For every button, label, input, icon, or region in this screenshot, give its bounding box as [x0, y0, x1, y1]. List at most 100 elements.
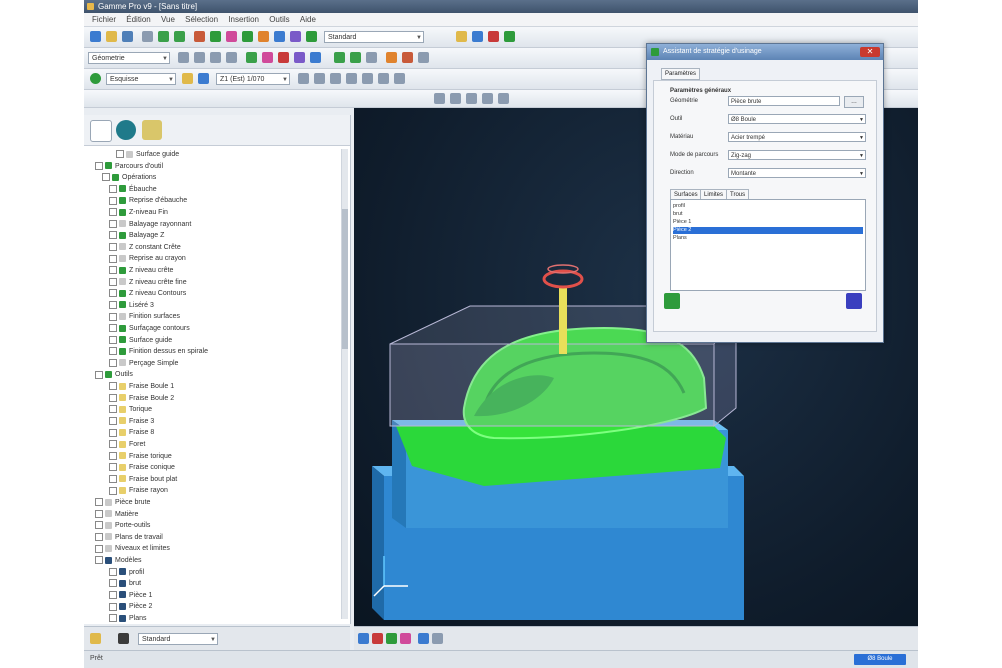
tree-row[interactable]: Opérations — [102, 172, 156, 183]
strategy-combo[interactable]: Standard ▼ — [324, 31, 424, 43]
tree-checkbox[interactable] — [109, 335, 117, 344]
tree-row[interactable]: Z niveau crête fine — [109, 277, 187, 288]
verify-icon[interactable] — [306, 31, 317, 42]
tree-row[interactable]: Fraise torique — [109, 451, 172, 462]
tree-checkbox[interactable] — [95, 509, 103, 518]
tree-row[interactable]: Perçage Simple — [109, 358, 178, 369]
zone-combo[interactable]: Z1 (Est) 1/070 ▼ — [216, 73, 290, 85]
measure-icon[interactable] — [386, 52, 397, 63]
tree-checkbox[interactable] — [109, 451, 117, 460]
tree-row[interactable]: Fraise 8 — [109, 427, 154, 438]
tree-checkbox[interactable] — [109, 614, 117, 623]
tree-checkbox[interactable] — [109, 440, 117, 449]
delete-icon[interactable] — [488, 31, 499, 42]
explorer-tab-folder[interactable] — [142, 120, 162, 140]
esquisse-combo[interactable]: Esquisse ▼ — [106, 73, 176, 85]
explorer-tab-pointer[interactable] — [90, 120, 112, 142]
view-side-icon[interactable] — [210, 52, 221, 63]
explorer-scrollbar[interactable] — [341, 149, 348, 619]
layers-icon[interactable] — [418, 52, 429, 63]
tree-icon[interactable] — [482, 93, 493, 104]
tree-row[interactable]: Plans — [109, 613, 147, 624]
tree-checkbox[interactable] — [109, 184, 117, 193]
menu-selection[interactable]: Sélection — [185, 13, 218, 26]
dark-icon[interactable] — [118, 633, 129, 644]
pan-icon[interactable] — [350, 52, 361, 63]
model-icon[interactable] — [310, 52, 321, 63]
tree-row[interactable]: Fraise bout plat — [109, 474, 177, 485]
footer-combo[interactable]: Standard ▼ — [138, 633, 218, 645]
list-icon[interactable] — [466, 93, 477, 104]
tree-checkbox[interactable] — [109, 289, 117, 298]
tree-row[interactable]: Pièce 1 — [109, 590, 152, 601]
dialog-mode-combo[interactable]: Zig-zag ▼ — [728, 150, 866, 160]
check-icon[interactable] — [504, 31, 515, 42]
save-icon[interactable] — [122, 31, 133, 42]
menu-tools[interactable]: Outils — [269, 13, 289, 26]
zoom-icon[interactable] — [334, 52, 345, 63]
redo-icon[interactable] — [174, 31, 185, 42]
menu-help[interactable]: Aide — [300, 13, 316, 26]
vp-shade-icon[interactable] — [358, 633, 369, 644]
cut-icon[interactable] — [194, 31, 205, 42]
tree-row[interactable]: Z constant Crête — [109, 242, 181, 253]
section-icon[interactable] — [402, 52, 413, 63]
filter-icon[interactable] — [434, 93, 445, 104]
magnet-icon[interactable] — [90, 633, 101, 644]
tree-checkbox[interactable] — [102, 173, 110, 182]
tree-row[interactable]: Balayage rayonnant — [109, 219, 191, 230]
view-top-icon[interactable] — [194, 52, 205, 63]
wireframe-icon[interactable] — [262, 52, 273, 63]
strategy-icon[interactable] — [242, 31, 253, 42]
dialog-browse-button[interactable]: … — [844, 96, 864, 108]
tree-checkbox[interactable] — [109, 196, 117, 205]
tree-row[interactable]: Surface guide — [116, 149, 179, 160]
grid-icon[interactable] — [472, 31, 483, 42]
dialog-geometry-field[interactable]: Pièce brute — [728, 96, 840, 106]
tree-row[interactable]: Fraise Boule 2 — [109, 393, 174, 404]
option-c-icon[interactable] — [330, 73, 341, 84]
tree-row[interactable]: brut — [109, 578, 141, 589]
tree-checkbox[interactable] — [95, 370, 103, 379]
boundary-icon[interactable] — [290, 31, 301, 42]
option-g-icon[interactable] — [394, 73, 405, 84]
dialog-list-item[interactable]: Pièce 1 — [673, 219, 863, 226]
tree-row[interactable]: Plans de travail — [95, 532, 163, 543]
tree-checkbox[interactable] — [109, 254, 117, 263]
menu-view[interactable]: Vue — [161, 13, 175, 26]
vp-settings-icon[interactable] — [432, 633, 443, 644]
tree-row[interactable]: Fraise 3 — [109, 416, 154, 427]
vp-model-icon[interactable] — [386, 633, 397, 644]
tree-row[interactable]: Porte-outils — [95, 520, 150, 531]
tree-checkbox[interactable] — [109, 312, 117, 321]
dialog-accept-icon[interactable] — [664, 293, 680, 309]
tree-checkbox[interactable] — [95, 521, 103, 530]
tree-row[interactable]: Pièce brute — [95, 497, 150, 508]
tree-checkbox[interactable] — [109, 567, 117, 576]
tree-checkbox[interactable] — [109, 219, 117, 228]
tree-checkbox[interactable] — [109, 242, 117, 251]
mode-combo[interactable]: Géometrie ▼ — [88, 52, 170, 64]
folder-icon[interactable] — [456, 31, 467, 42]
tree-checkbox[interactable] — [109, 347, 117, 356]
option-e-icon[interactable] — [362, 73, 373, 84]
vp-stock-icon[interactable] — [400, 633, 411, 644]
tree-row[interactable]: Modèles — [95, 555, 141, 566]
tree-checkbox[interactable] — [109, 602, 117, 611]
tree-checkbox[interactable] — [109, 579, 117, 588]
tree-row[interactable]: Reprise au crayon — [109, 253, 186, 264]
tree-checkbox[interactable] — [109, 208, 117, 217]
dialog-close-button[interactable]: ✕ — [860, 47, 880, 57]
stock-icon[interactable] — [294, 52, 305, 63]
tree-checkbox[interactable] — [95, 544, 103, 553]
menu-file[interactable]: Fichier — [92, 13, 116, 26]
vp-probe-icon[interactable] — [418, 633, 429, 644]
dialog-list-item[interactable]: brut — [673, 211, 863, 218]
dialog-surface-list[interactable]: profil brut Pièce 1 Pièce 2 Plans — [670, 199, 866, 291]
view-iso-icon[interactable] — [226, 52, 237, 63]
vp-toolpath-icon[interactable] — [372, 633, 383, 644]
tree-checkbox[interactable] — [95, 498, 103, 507]
rotate-icon[interactable] — [366, 52, 377, 63]
workplane-icon[interactable] — [274, 31, 285, 42]
menu-insert[interactable]: Insertion — [228, 13, 259, 26]
